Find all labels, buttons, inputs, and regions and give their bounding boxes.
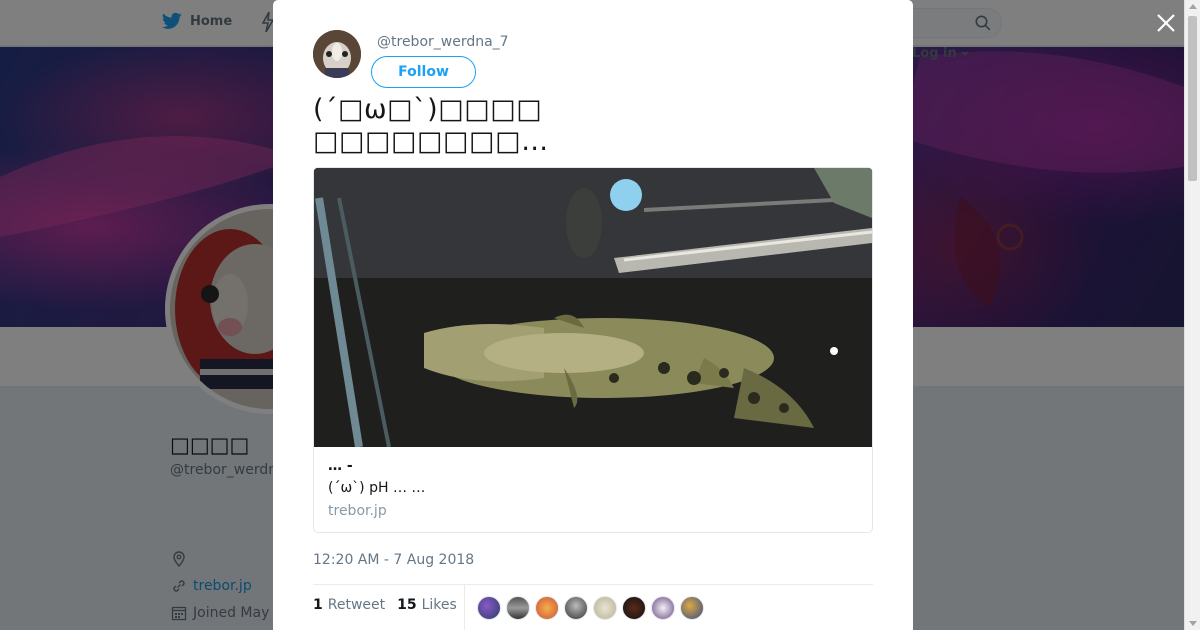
retweet-label: Retweet [327, 597, 386, 613]
tweet-author-handle[interactable]: @trebor_werdna_7 [377, 34, 509, 50]
liker-avatar[interactable] [593, 596, 617, 620]
likes-count: 15 [397, 597, 417, 613]
liker-avatar[interactable] [564, 596, 588, 620]
liker-avatar[interactable] [477, 596, 501, 620]
close-icon [1157, 14, 1175, 32]
liker-avatar[interactable] [506, 596, 530, 620]
tweet-stats: 1 Retweet 15 Likes [313, 597, 469, 613]
stats-separator [464, 585, 465, 630]
stats-divider [313, 584, 873, 585]
card-body: … - (´ω`) pH … … trebor.jp [328, 458, 858, 519]
close-modal-button[interactable] [1154, 12, 1178, 36]
tweet-author-avatar[interactable] [313, 30, 361, 78]
follow-button[interactable]: Follow [371, 56, 476, 88]
scroll-down-arrow[interactable] [1189, 621, 1197, 626]
tweet-text-line-1: (´□ω□`)□□□□ [313, 94, 543, 125]
tweet-text: (´□ω□`)□□□□ □□□□□□□□… [313, 94, 873, 158]
aquarium-fish-photo [314, 168, 872, 447]
scroll-thumb[interactable] [1188, 16, 1197, 181]
liker-avatar[interactable] [651, 596, 675, 620]
card-image [314, 168, 872, 447]
liker-avatar[interactable] [680, 596, 704, 620]
liker-avatar[interactable] [535, 596, 559, 620]
liker-avatar[interactable] [622, 596, 646, 620]
tweet-text-line-2: □□□□□□□□… [313, 126, 549, 157]
link-card[interactable]: … - (´ω`) pH … … trebor.jp [313, 167, 873, 533]
liker-avatars [477, 596, 709, 620]
tweet-timestamp[interactable]: 12:20 AM - 7 Aug 2018 [313, 552, 474, 568]
likes-stat[interactable]: 15 Likes [397, 597, 457, 613]
tweet-modal: @trebor_werdna_7 Follow (´□ω□`)□□□□ □□□□… [273, 0, 913, 630]
retweet-stat[interactable]: 1 Retweet [313, 597, 385, 613]
page-scrollbar[interactable] [1184, 0, 1200, 630]
likes-label: Likes [421, 597, 457, 613]
card-description: (´ω`) pH … … [328, 480, 426, 496]
card-title: … - [328, 458, 353, 474]
card-domain: trebor.jp [328, 503, 387, 519]
scroll-up-arrow[interactable] [1189, 4, 1197, 9]
retweet-count: 1 [313, 597, 323, 613]
author-avatar-photo [313, 30, 361, 78]
